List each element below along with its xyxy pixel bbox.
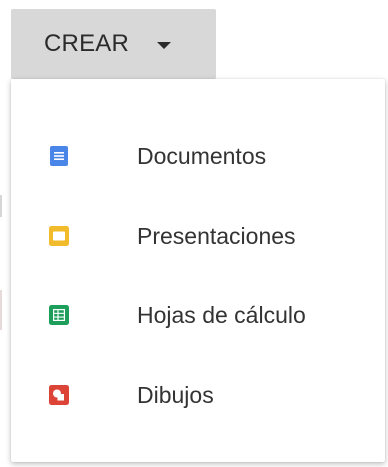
- menu-item-presentaciones[interactable]: Presentaciones: [11, 200, 385, 272]
- drawings-icon: [49, 385, 69, 405]
- menu-item-hojas-de-calculo[interactable]: Hojas de cálculo: [11, 279, 385, 351]
- slides-icon: [49, 226, 69, 246]
- menu-item-label: Documentos: [137, 142, 267, 169]
- sheets-icon: [49, 305, 69, 325]
- menu-item-label: Dibujos: [137, 381, 214, 408]
- docs-icon: [50, 146, 68, 166]
- create-button[interactable]: CREAR: [11, 9, 216, 79]
- caret-down-icon: [157, 41, 172, 49]
- menu-item-label: Presentaciones: [137, 222, 296, 249]
- create-menu: Documentos Presentaciones Hojas de cálcu…: [11, 79, 385, 462]
- menu-item-label: Hojas de cálculo: [137, 301, 306, 328]
- page: CREAR Documentos Presentaciones Hojas de…: [0, 0, 388, 467]
- menu-item-dibujos[interactable]: Dibujos: [11, 359, 385, 431]
- background-edge: [0, 290, 2, 330]
- background-edge: [0, 195, 2, 217]
- create-button-label: CREAR: [44, 30, 130, 57]
- menu-item-documentos[interactable]: Documentos: [11, 120, 385, 192]
